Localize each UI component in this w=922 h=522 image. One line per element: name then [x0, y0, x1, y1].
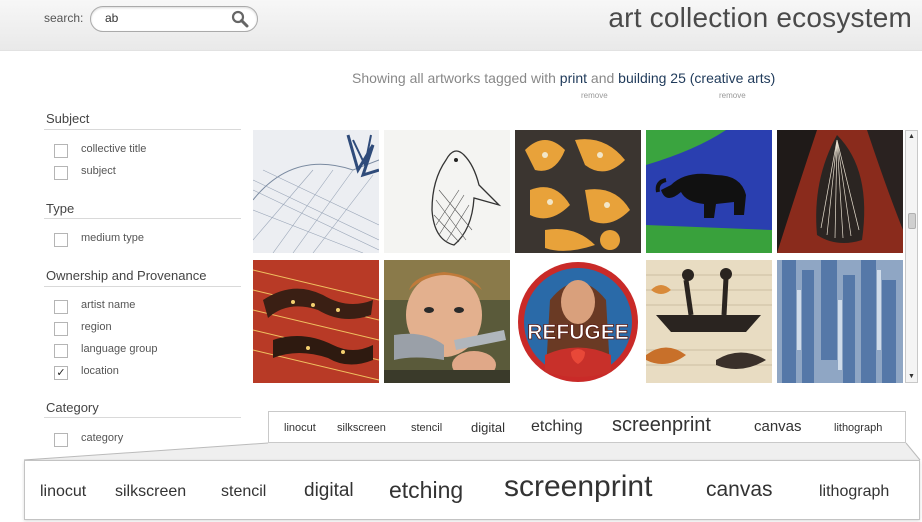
zoom-tag-stencil[interactable]: stencil [221, 483, 266, 501]
tag-canvas[interactable]: canvas [754, 418, 802, 435]
active-filters: Showing all artworks tagged with print a… [352, 70, 775, 86]
artwork-thumbnail[interactable]: REFUGEE [515, 260, 641, 383]
active-tag-print[interactable]: print [560, 70, 587, 86]
gallery-scrollbar[interactable]: ▲ ▼ [905, 130, 918, 383]
facet-item-label: medium type [81, 232, 144, 244]
checkbox[interactable] [54, 233, 68, 247]
facet-heading-category: Category [46, 400, 99, 415]
checkbox[interactable] [54, 322, 68, 336]
artwork-thumbnail[interactable] [384, 130, 510, 253]
checkbox[interactable] [54, 300, 68, 314]
artwork-thumbnail[interactable] [777, 130, 903, 253]
artwork-thumbnail[interactable] [777, 260, 903, 383]
scroll-up-icon[interactable]: ▲ [906, 131, 917, 142]
tag-screenprint[interactable]: screenprint [612, 414, 711, 437]
facet-heading-ownership: Ownership and Provenance [46, 268, 207, 283]
facet-item-label: region [81, 321, 112, 333]
top-bar: search: art collection ecosystem [0, 0, 922, 51]
zoom-tag-canvas[interactable]: canvas [706, 478, 773, 502]
artwork-gallery: REFUGEE [253, 130, 905, 384]
artwork-thumbnail[interactable] [384, 260, 510, 383]
search-icon[interactable] [231, 10, 249, 28]
facet-item-label: collective title [81, 143, 147, 155]
facet-item-label: language group [81, 343, 158, 355]
artwork-thumbnail[interactable] [646, 260, 772, 383]
artwork-thumbnail[interactable] [253, 260, 379, 383]
remove-tag-building-link[interactable]: remove [719, 91, 746, 100]
facet-divider [44, 286, 241, 287]
facet-heading-type: Type [46, 201, 75, 216]
artwork-thumbnail[interactable] [515, 130, 641, 253]
refugee-text: REFUGEE [527, 321, 629, 344]
checkbox[interactable] [54, 344, 68, 358]
tag-silkscreen[interactable]: silkscreen [337, 422, 386, 434]
filters-joiner: and [590, 70, 615, 86]
artwork-thumbnail[interactable] [646, 130, 772, 253]
zoom-tag-digital[interactable]: digital [304, 480, 354, 502]
facet-item-label: artist name [81, 299, 136, 311]
tag-stencil[interactable]: stencil [411, 422, 442, 434]
facet-divider [44, 129, 241, 130]
filters-prefix: Showing all artworks tagged with [352, 70, 556, 86]
tag-lithograph[interactable]: lithograph [834, 422, 882, 434]
zoom-tag-screenprint[interactable]: screenprint [504, 470, 652, 504]
remove-tag-print-link[interactable]: remove [581, 91, 608, 100]
tag-cloud: linocut silkscreen stencil digital etchi… [268, 411, 906, 443]
zoom-tag-lithograph[interactable]: lithograph [819, 483, 889, 501]
facet-item-label: location [81, 365, 119, 377]
tag-linocut[interactable]: linocut [284, 422, 316, 434]
search-label: search: [44, 11, 84, 25]
zoom-tag-silkscreen[interactable]: silkscreen [115, 483, 186, 501]
tag-digital[interactable]: digital [471, 420, 505, 435]
checkbox[interactable] [54, 144, 68, 158]
scroll-down-icon[interactable]: ▼ [906, 371, 917, 382]
scroll-thumb[interactable] [908, 213, 916, 229]
tag-etching[interactable]: etching [531, 418, 583, 436]
facet-item-label: subject [81, 165, 116, 177]
checkbox[interactable] [54, 166, 68, 180]
artwork-thumbnail[interactable] [253, 130, 379, 253]
facet-divider [44, 218, 241, 219]
checkbox-checked[interactable]: ✓ [54, 366, 68, 380]
search-box[interactable] [90, 6, 258, 32]
zoom-tag-linocut[interactable]: linocut [40, 483, 86, 501]
facet-divider [44, 417, 241, 418]
site-title: art collection ecosystem [608, 2, 912, 33]
search-input[interactable] [105, 10, 225, 26]
facet-heading-subject: Subject [46, 111, 90, 126]
zoom-tag-etching[interactable]: etching [389, 477, 463, 504]
active-tag-building[interactable]: building 25 (creative arts) [618, 70, 775, 86]
tag-cloud-zoom: linocut silkscreen stencil digital etchi… [24, 460, 920, 520]
